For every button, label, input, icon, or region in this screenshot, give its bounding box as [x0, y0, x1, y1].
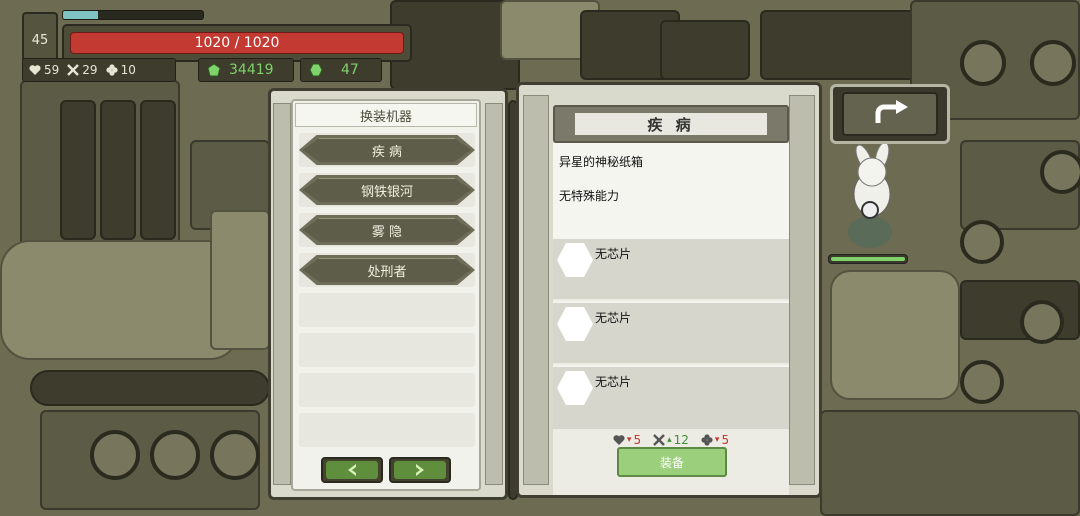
chip-slot-1[interactable]: 无芯片 — [553, 237, 789, 299]
hp-bar: 1020 / 1020 — [70, 32, 404, 54]
bonus-heart: ▾ 5 — [613, 433, 641, 447]
gem-icon — [207, 63, 221, 77]
rabbit-character — [836, 141, 906, 264]
xp-bar — [62, 10, 204, 20]
chip-slot-icon — [557, 243, 593, 277]
chip-icon — [309, 63, 323, 77]
machine-item-4[interactable]: 处刑者 — [299, 253, 475, 287]
panel-rail-left — [273, 103, 291, 485]
clover-stat: 10 — [105, 63, 136, 77]
chip-slot-icon — [557, 307, 593, 341]
bonus-stats: ▾ 5 ▴ 12 ▾ 5 — [553, 433, 789, 447]
chevron-left-icon — [348, 464, 356, 476]
machine-info: 异星的神秘纸箱 无特殊能力 — [553, 143, 789, 237]
machine-detail-panel: 疾 病 异星的神秘纸箱 无特殊能力 无芯片 无芯片 无芯片 ▾ 5 ▴ 12 ▾… — [516, 82, 822, 498]
chip-slot-2[interactable]: 无芯片 — [553, 301, 789, 363]
machine-item-1[interactable]: 疾 病 — [299, 133, 475, 167]
chip-slot-3[interactable]: 无芯片 — [553, 365, 789, 429]
rabbit-sprite — [848, 141, 892, 248]
previous-page-button[interactable] — [321, 457, 383, 483]
machine-item-3[interactable]: 雾 隐 — [299, 213, 475, 247]
next-page-button[interactable] — [389, 457, 451, 483]
machine-item-label: 雾 隐 — [371, 224, 403, 240]
back-button[interactable] — [830, 84, 950, 144]
clover-icon — [701, 434, 713, 446]
empty-machine-slot — [299, 413, 475, 447]
machine-item-2[interactable]: 钢铁银河 — [299, 173, 475, 207]
machine-item-label: 疾 病 — [371, 144, 403, 160]
panel-rail-left — [523, 95, 549, 485]
back-arrow-icon — [875, 100, 908, 123]
crossed-swords-icon — [653, 434, 665, 446]
machine-item-label: 处刑者 — [367, 264, 407, 280]
heart-icon — [29, 65, 41, 75]
player-stats: 59 29 10 — [22, 58, 176, 82]
clover-icon — [105, 64, 118, 76]
character-hp-bar — [828, 254, 908, 264]
machine-list: 疾 病 钢铁银河 雾 隐 处刑者 — [299, 133, 475, 453]
bonus-clover: ▾ 5 — [701, 433, 729, 447]
machine-ability: 无特殊能力 — [559, 189, 620, 203]
machine-description: 异星的神秘纸箱 — [559, 155, 644, 169]
machine-select-panel: 换装机器 疾 病 钢铁银河 雾 隐 处刑者 — [268, 88, 508, 500]
machine-name: 疾 病 — [575, 113, 767, 135]
equip-button[interactable]: 装备 — [617, 447, 727, 477]
chevron-right-icon — [416, 464, 424, 476]
sword-stat: 29 — [67, 63, 98, 77]
chip-counter: 47 — [300, 58, 382, 82]
panel-rail-right — [789, 95, 815, 485]
hp-bar-frame: 1020 / 1020 — [62, 24, 412, 62]
machine-panel-title: 换装机器 — [295, 103, 477, 127]
chip-slot-icon — [557, 371, 593, 405]
machine-item-label: 钢铁银河 — [360, 184, 413, 200]
panel-rail-right — [485, 103, 503, 485]
heart-stat: 59 — [29, 63, 59, 77]
empty-machine-slot — [299, 293, 475, 327]
bonus-sword: ▴ 12 — [653, 433, 689, 447]
detail-header: 疾 病 — [553, 105, 789, 143]
heart-icon — [613, 435, 625, 445]
gem-counter: 34419 — [198, 58, 294, 82]
xp-bar-fill — [63, 11, 98, 19]
empty-machine-slot — [299, 373, 475, 407]
crossed-swords-icon — [67, 64, 80, 76]
empty-machine-slot — [299, 333, 475, 367]
